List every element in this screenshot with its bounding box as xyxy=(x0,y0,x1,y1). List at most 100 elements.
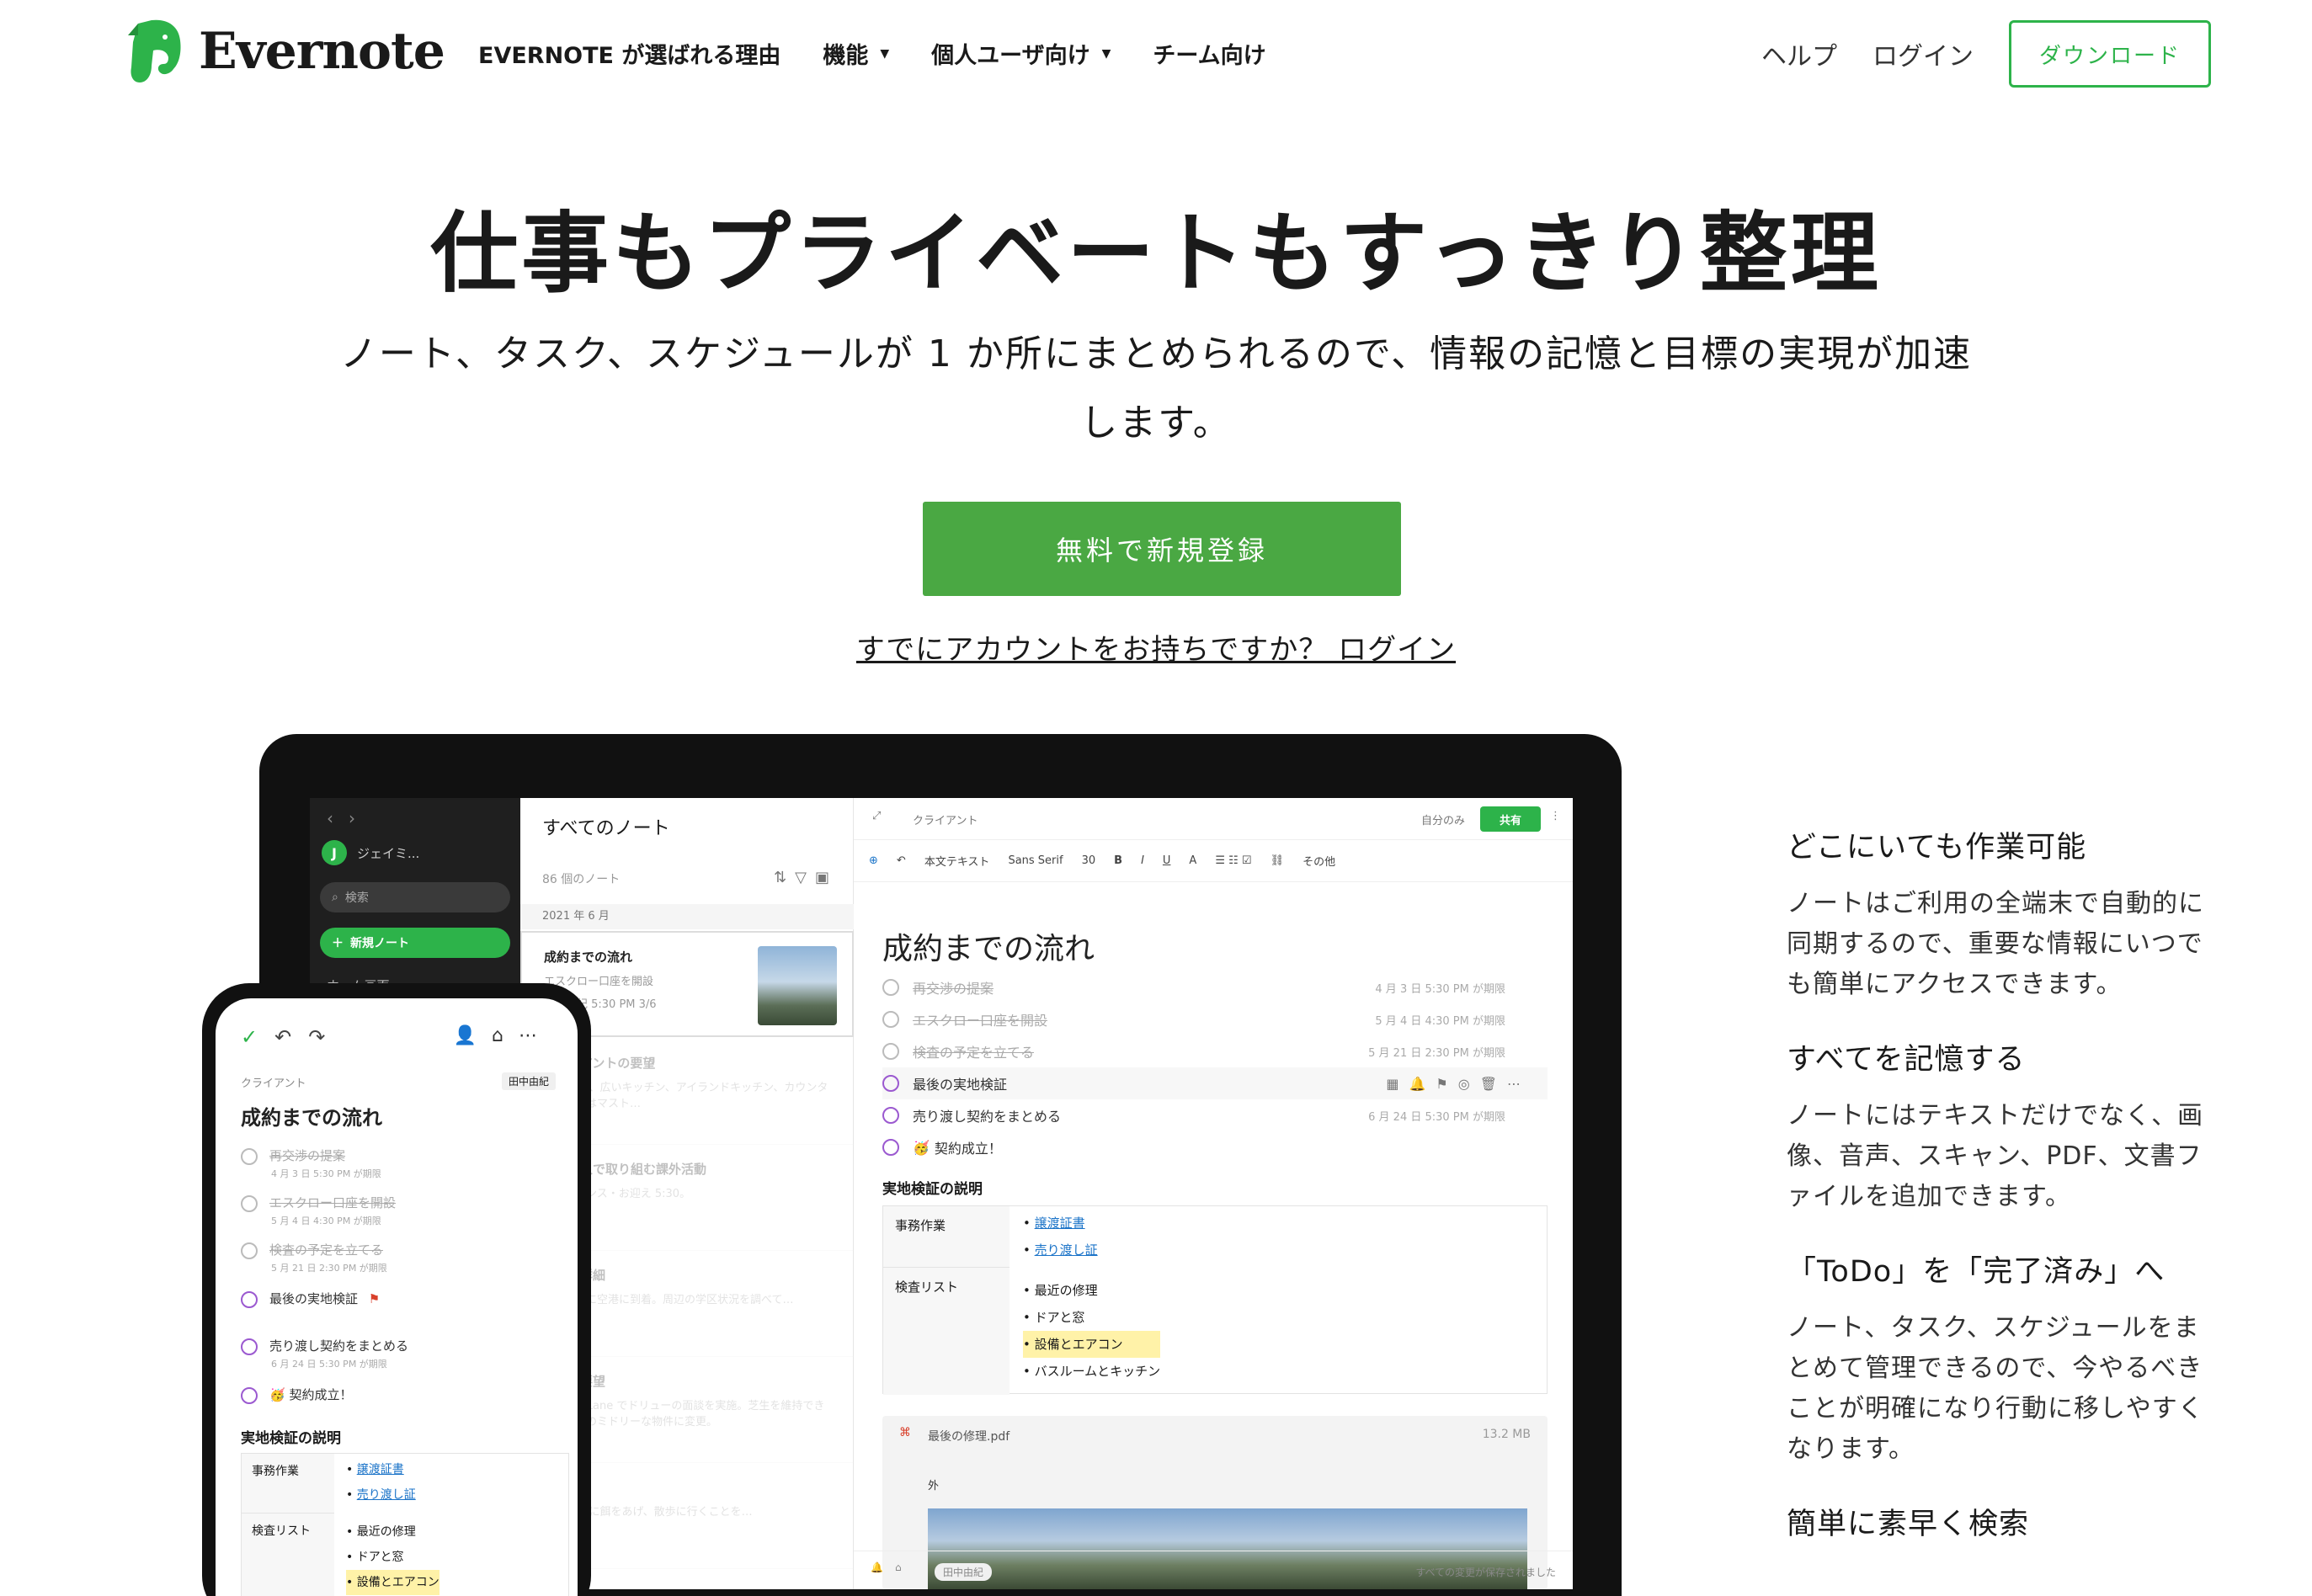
nav-item-why-evernote[interactable]: EVERNOTE が選ばれる理由 xyxy=(478,37,780,70)
text-color-icon: A xyxy=(1189,854,1197,867)
task-due: 4 月 3 日 5:30 PM が期限 xyxy=(1375,982,1505,996)
task-label: 売り渡し契約をまとめる xyxy=(913,1109,1062,1125)
task-label: 再交渉の提案 xyxy=(269,1148,346,1163)
font-select: Sans Serif xyxy=(1008,854,1063,867)
reminder-icons: 🔔⌂ xyxy=(871,1561,914,1573)
sidebar-search: ⌕ 検索 xyxy=(320,882,510,912)
list-item: • 最近の修理 xyxy=(346,1525,416,1539)
task-row: 最後の実地検証 ▦🔔⚑◎🗑⋯ xyxy=(882,1067,1548,1099)
evernote-logo[interactable]: Evernote xyxy=(126,17,445,86)
table-row-label: 検査リスト xyxy=(883,1267,1010,1395)
list-item-text: 最近の修理 xyxy=(356,1525,416,1539)
note-owner: 田中由紀 xyxy=(501,1072,556,1090)
task-label: 最後の実地検証 xyxy=(913,1077,1008,1093)
list-item-text: 最近の修理 xyxy=(1034,1283,1098,1298)
feature-title: すべてを記憶する xyxy=(1787,1043,2026,1077)
site-header: Evernote EVERNOTE が選ばれる理由 機能 ▼ 個人ユーザ向け ▼… xyxy=(0,0,2312,109)
phone-toolbar-right: 👤⌂⋯ xyxy=(454,1025,552,1046)
task-due: 4 月 3 日 5:30 PM が期限 xyxy=(271,1168,381,1179)
list-item: • 売り渡し証 xyxy=(346,1488,416,1502)
list-item: • 売り渡し証 xyxy=(1023,1242,1098,1258)
hero-subtitle: ノート、タスク、スケジュールが 1 か所にまとめられるので、情報の記憶と目標の実… xyxy=(339,332,1973,444)
list-item: • 設備とエアコン xyxy=(346,1570,439,1595)
main-nav: EVERNOTE が選ばれる理由 機能 ▼ 個人ユーザ向け ▼ チーム向け xyxy=(478,37,1308,70)
plus-icon: ＋ xyxy=(332,937,344,950)
format-toolbar: ⊕ ↶ 本文テキスト Sans Serif 30 B I U A ☰ ☷ ☑ ⛓… xyxy=(854,840,1573,882)
undo-icon: ↶ xyxy=(274,1025,309,1049)
editor-footer: 🔔⌂ 田中由紀 すべての変更が保存されました xyxy=(854,1551,1573,1589)
party-emoji-icon: 🥳 xyxy=(913,1139,930,1156)
list-item-text: バスルームとキッチン xyxy=(1034,1364,1161,1379)
task-checkbox xyxy=(241,1290,258,1308)
phone-toolbar-left: ✓↶↷ xyxy=(241,1025,342,1049)
size-select: 30 xyxy=(1081,854,1096,867)
more-format-select: その他 xyxy=(1302,856,1336,869)
signup-free-button[interactable]: 無料で新規登録 xyxy=(923,502,1401,596)
list-icons: ☰ ☷ ☑ xyxy=(1215,854,1252,867)
download-button[interactable]: ダウンロード xyxy=(2009,20,2211,88)
save-status: すべての変更が保存されました xyxy=(1415,1567,1556,1578)
note-title: 成約までの流れ xyxy=(241,1106,382,1130)
task-due: 5 月 4 日 4:30 PM が期限 xyxy=(271,1215,381,1226)
task-checkbox xyxy=(882,1075,899,1092)
task-label: 売り渡し契約をまとめる xyxy=(269,1338,409,1354)
undo-icon: ↶ xyxy=(896,854,906,867)
list-item: • 譲渡証書 xyxy=(1023,1216,1085,1231)
task-row: 再交渉の提案 4 月 3 日 5:30 PM が期限 xyxy=(882,971,1548,1003)
task-checkbox xyxy=(241,1194,258,1212)
account-name: ジェイミ... xyxy=(357,845,420,861)
task-label: エスクロー口座を開設 xyxy=(913,1013,1048,1029)
new-note-label: 新規ノート xyxy=(350,937,409,950)
note-count: 86 個のノート xyxy=(542,873,621,886)
link-icon: ⛓ xyxy=(1270,854,1285,867)
expand-icon: ⤢ xyxy=(872,810,882,822)
doc-link: 譲渡証書 xyxy=(356,1463,404,1476)
more-icon: ⋯ xyxy=(519,1025,552,1046)
paperwork-list: • 譲渡証書 • 売り渡し証 xyxy=(346,1457,416,1508)
table-row-label: 検査リスト xyxy=(242,1513,334,1596)
nav-item-teams[interactable]: チーム向け xyxy=(1153,37,1265,70)
phone-screen: ✓↶↷ 👤⌂⋯ クライアント 田中由紀 成約までの流れ 再交渉の提案 4 月 3… xyxy=(216,998,578,1596)
task-checkbox xyxy=(882,1011,899,1028)
check-icon: ✓ xyxy=(241,1025,275,1049)
avatar: J xyxy=(322,840,347,865)
task-label: 検査の予定を立てる xyxy=(269,1242,384,1258)
help-link[interactable]: ヘルプ xyxy=(1761,35,1837,72)
insert-icon: ⊕ xyxy=(869,854,878,867)
doc-link: 譲渡証書 xyxy=(1034,1216,1085,1231)
header-login-link[interactable]: ログイン xyxy=(1873,35,1974,72)
share-button: 共有 xyxy=(1480,806,1541,832)
nav-item-features[interactable]: 機能 ▼ xyxy=(823,37,889,70)
existing-account-login-link[interactable]: すでにアカウントをお持ちですか？ ログイン xyxy=(0,626,2312,668)
attachment-heading: 外 xyxy=(928,1480,940,1492)
inspection-list: • 最近の修理 • ドアと窓 • 設備とエアコン xyxy=(346,1519,439,1595)
party-emoji-icon: 🥳 xyxy=(269,1387,290,1402)
doc-link: 売り渡し証 xyxy=(1034,1242,1098,1258)
task-row: 🥳 契約成立！ xyxy=(241,1386,561,1404)
task-row: 🥳 契約成立！ xyxy=(882,1131,1548,1163)
caret-down-icon: ▼ xyxy=(1101,46,1111,61)
task-row: エスクロー口座を開設 5 月 4 日 4:30 PM が期限 xyxy=(241,1194,561,1227)
task-checkbox xyxy=(882,1043,899,1060)
feature-title: どこにいても作業可能 xyxy=(1787,831,2087,864)
nav-item-personal[interactable]: 個人ユーザ向け ▼ xyxy=(931,37,1111,70)
note-editor: ⤢ クライアント 自分のみ 共有 ⋮ ⊕ ↶ 本文テキスト Sans Serif… xyxy=(854,798,1573,1589)
feature-title: 「ToDo」を「完了済み」へ xyxy=(1787,1255,2166,1289)
month-divider: 2021 年 6 月 xyxy=(520,904,854,929)
bold-icon: B xyxy=(1114,854,1123,867)
task-checkbox xyxy=(241,1338,258,1355)
nav-item-label: チーム向け xyxy=(1153,43,1266,69)
more-icon: ⋮ xyxy=(1550,810,1561,822)
add-user-icon: 👤 xyxy=(453,1025,493,1046)
task-checkbox xyxy=(241,1147,258,1165)
nav-item-label: EVERNOTE が選ばれる理由 xyxy=(478,43,781,69)
task-due: 6 月 24 日 5:30 PM が期限 xyxy=(1368,1110,1505,1124)
caret-down-icon: ▼ xyxy=(880,46,890,61)
task-checkbox xyxy=(882,979,899,996)
notebook-breadcrumb: クライアント xyxy=(913,815,978,827)
hero-title: 仕事もプライベートもすっきり整理 xyxy=(430,202,1882,305)
nav-item-label: 個人ユーザ向け xyxy=(931,43,1090,69)
paperwork-list: • 譲渡証書 • 売り渡し証 xyxy=(1023,1210,1098,1264)
list-item-text: ドアと窓 xyxy=(1034,1310,1085,1325)
task-actions-icons: ▦🔔⚑◎🗑⋯ xyxy=(1386,1075,1531,1092)
